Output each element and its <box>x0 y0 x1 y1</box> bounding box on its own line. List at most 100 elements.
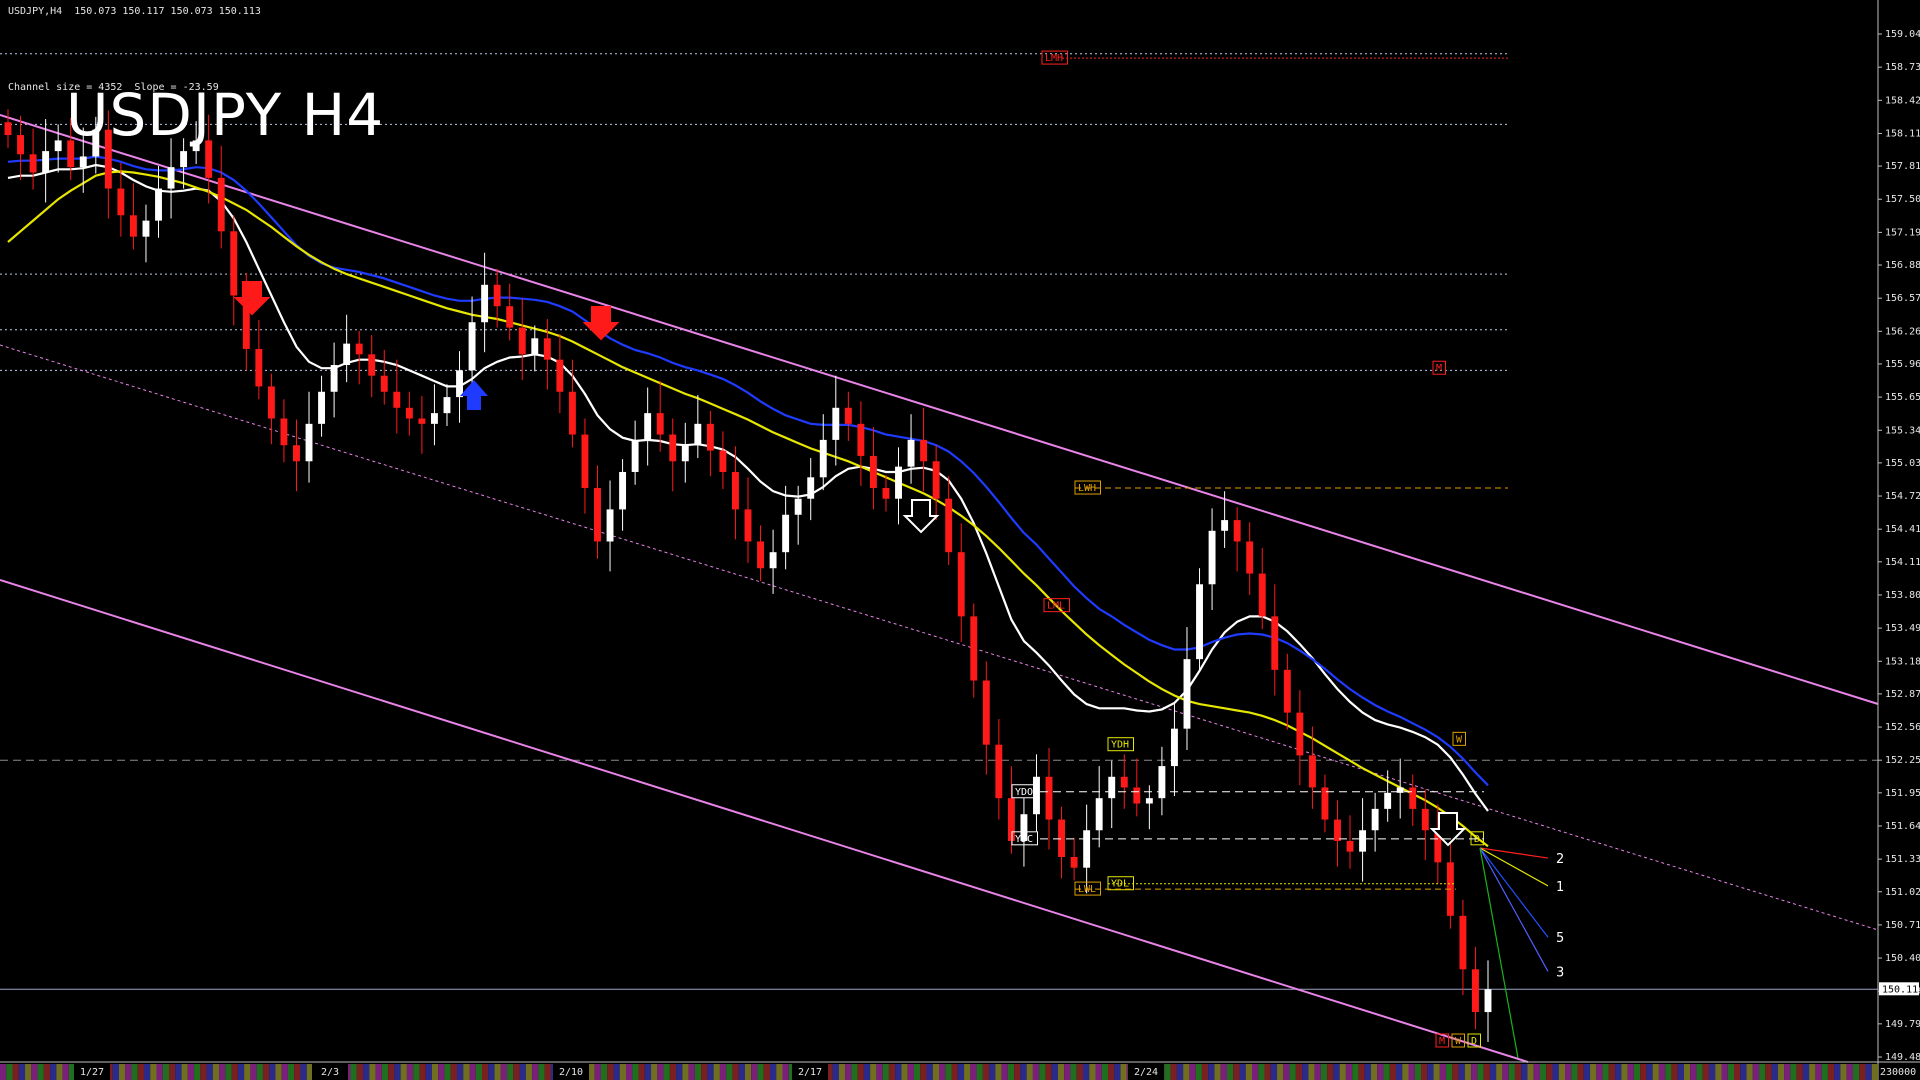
time-tick-label: 2/17 <box>798 1067 822 1078</box>
time-axis-segment <box>1759 1064 1766 1080</box>
price-tick-label: 159.045 <box>1885 29 1920 40</box>
time-axis-segment <box>156 1064 163 1080</box>
time-axis-segment <box>1477 1064 1484 1080</box>
bear-candle <box>1271 616 1279 670</box>
time-axis-segment <box>882 1064 889 1080</box>
time-axis-segment <box>1621 1064 1628 1080</box>
time-axis-segment <box>657 1064 664 1080</box>
bear-candle <box>757 541 764 569</box>
time-axis-segment <box>732 1064 739 1080</box>
time-axis-segment <box>1414 1064 1422 1080</box>
price-tag-label: W <box>1455 1036 1462 1047</box>
time-axis-segment <box>1320 1064 1328 1080</box>
price-tick-label: 155.035 <box>1885 458 1920 469</box>
time-axis-segment <box>287 1064 295 1080</box>
time-axis-segment <box>1708 1064 1716 1080</box>
time-axis-segment <box>1220 1064 1227 1080</box>
time-axis-segment <box>381 1064 389 1080</box>
time-axis-segment <box>1101 1064 1109 1080</box>
time-axis-segment <box>56 1064 63 1080</box>
time-axis-segment <box>913 1064 921 1080</box>
time-axis-segment <box>169 1064 176 1080</box>
time-axis-segment <box>1245 1064 1252 1080</box>
time-axis-segment <box>1809 1064 1816 1080</box>
price-chart[interactable]: LMHMLWHLMLYDHYDOYDCLWL YDLWDM W D 2153 159.… <box>0 0 1920 1080</box>
bear-candle <box>581 434 589 489</box>
time-axis-segment <box>713 1064 720 1080</box>
time-axis-segment <box>1790 1064 1797 1080</box>
time-axis-segment <box>1402 1064 1409 1080</box>
time-tick-label: 2/10 <box>559 1067 583 1078</box>
time-axis-segment <box>388 1064 395 1080</box>
time-axis-segment <box>970 1064 977 1080</box>
time-axis-segment <box>456 1064 464 1080</box>
bear-candle <box>230 231 238 296</box>
time-axis-segment <box>1064 1064 1071 1080</box>
bear-candle <box>1070 856 1078 868</box>
time-axis-segment <box>1383 1064 1390 1080</box>
bull-candle <box>1083 830 1091 868</box>
price-tick-label: 157.810 <box>1885 161 1920 172</box>
time-axis-segment <box>863 1064 871 1080</box>
time-axis-segment <box>638 1064 645 1080</box>
bull-candle <box>430 413 438 424</box>
bear-candle <box>568 391 576 435</box>
time-axis-segment <box>1120 1064 1127 1080</box>
time-axis-segment <box>1734 1064 1741 1080</box>
time-axis-segment <box>231 1064 238 1080</box>
price-tag-label: LML <box>1047 601 1065 612</box>
bear-candle <box>1258 573 1266 617</box>
bear-candle <box>970 616 978 681</box>
bear-candle <box>594 488 601 542</box>
time-axis-segment <box>901 1064 908 1080</box>
time-axis-segment <box>726 1064 733 1080</box>
time-axis-segment <box>1489 1064 1497 1080</box>
price-tick-label: 152.875 <box>1885 689 1920 700</box>
time-axis-segment <box>300 1064 307 1080</box>
bull-candle <box>769 552 777 569</box>
time-axis-segment <box>1026 1064 1033 1080</box>
time-axis-segment <box>1377 1064 1384 1080</box>
bear-candle <box>882 488 890 499</box>
time-axis-segment <box>1051 1064 1058 1080</box>
time-axis-segment <box>1677 1064 1684 1080</box>
time-axis-segment <box>939 1064 946 1080</box>
time-axis-segment <box>1195 1064 1202 1080</box>
price-tick-label: 150.715 <box>1885 920 1920 931</box>
time-axis-segment <box>832 1064 839 1080</box>
sell-arrow-outline-icon <box>902 499 940 534</box>
time-axis-segment <box>694 1064 702 1080</box>
time-axis-segment <box>1740 1064 1747 1080</box>
horizontal-levels <box>0 53 1878 990</box>
time-axis-segment <box>450 1064 457 1080</box>
bull-candle <box>819 439 827 478</box>
price-tag-label: YDH <box>1111 740 1129 751</box>
time-axis-segment <box>1527 1064 1534 1080</box>
price-tick-label: 153.800 <box>1885 590 1920 601</box>
bull-candle <box>606 509 614 542</box>
bull-candle <box>456 370 463 398</box>
time-axis-segment <box>1784 1064 1791 1080</box>
time-axis-segment <box>269 1064 276 1080</box>
price-tick-label: 158.115 <box>1885 128 1920 139</box>
time-axis-segment <box>1208 1064 1215 1080</box>
time-axis-segment <box>137 1064 144 1080</box>
bull-candle <box>343 343 351 366</box>
time-axis-segment <box>1852 1064 1860 1080</box>
bear-candle <box>493 284 501 307</box>
bull-candle <box>631 439 639 472</box>
time-axis-segment <box>951 1064 958 1080</box>
price-axis: 159.045 158.735 158.425 158.115 157.810 157.5… <box>0 0 1920 1080</box>
time-axis-segment <box>719 1064 727 1080</box>
time-axis-segment <box>1108 1064 1115 1080</box>
bull-candle <box>782 514 790 553</box>
bear-candle <box>957 552 965 617</box>
time-axis-segment <box>1446 1064 1453 1080</box>
time-axis-segment <box>1565 1064 1572 1080</box>
time-axis-segment <box>544 1064 551 1080</box>
price-tick-label: 154.725 <box>1885 491 1920 502</box>
projection-lines: 2 1 5 3 <box>1479 847 1564 1059</box>
bear-candle <box>280 418 288 446</box>
time-axis-segment <box>1690 1064 1697 1080</box>
ma-blue-line <box>7 155 1489 787</box>
